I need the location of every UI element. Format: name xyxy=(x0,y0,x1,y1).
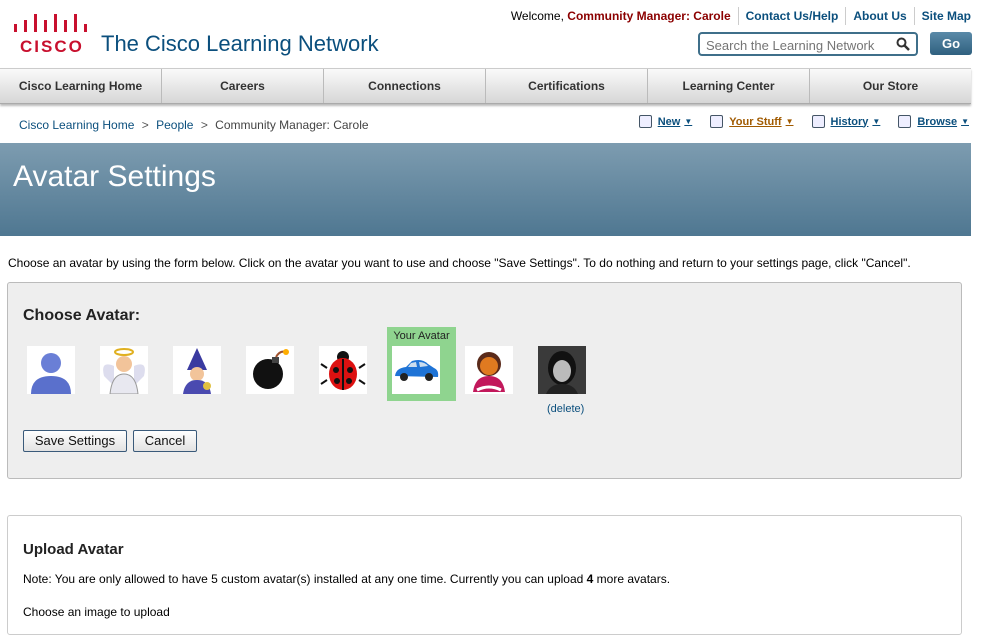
chevron-down-icon: ▼ xyxy=(684,117,693,126)
intro-text: Choose an avatar by using the form below… xyxy=(8,256,911,270)
cancel-button[interactable]: Cancel xyxy=(133,430,197,452)
upload-note-suffix: more avatars. xyxy=(593,572,671,586)
chevron-down-icon: ▼ xyxy=(872,117,881,126)
your-stuff-menu[interactable]: Your Stuff ▼ xyxy=(710,115,794,128)
cisco-logo-text[interactable]: CISCO xyxy=(20,37,84,57)
your-stuff-label: Your Stuff xyxy=(729,115,782,128)
history-icon xyxy=(811,115,825,128)
search-box xyxy=(698,32,918,56)
document-new-icon xyxy=(638,115,652,128)
upload-avatar-panel: Upload Avatar Note: You are only allowed… xyxy=(7,515,962,635)
angel-avatar-icon[interactable] xyxy=(100,346,148,394)
divider xyxy=(737,7,739,25)
divider xyxy=(845,7,847,25)
chevron-down-icon: ▼ xyxy=(785,117,794,126)
new-menu[interactable]: New ▼ xyxy=(638,115,693,128)
upload-note: Note: You are only allowed to have 5 cus… xyxy=(23,572,670,586)
your-avatar-label: Your Avatar xyxy=(393,330,450,342)
nav-connections[interactable]: Connections xyxy=(324,69,486,103)
search-input[interactable] xyxy=(704,35,894,55)
go-button[interactable]: Go xyxy=(930,32,972,55)
about-us-link[interactable]: About Us xyxy=(853,9,906,23)
cisco-logo-bars-icon[interactable] xyxy=(13,12,91,36)
selected-avatar[interactable]: Your Avatar xyxy=(387,327,456,401)
search-icon[interactable] xyxy=(896,37,910,51)
welcome-text: Welcome, Community Manager: Carole xyxy=(511,9,731,23)
choose-image-label: Choose an image to upload xyxy=(23,605,170,619)
nav-cisco-learning-home[interactable]: Cisco Learning Home xyxy=(0,69,162,103)
browse-label: Browse xyxy=(917,115,958,128)
site-title[interactable]: The Cisco Learning Network xyxy=(101,31,379,57)
browse-icon xyxy=(898,115,912,128)
wizard-avatar-icon[interactable] xyxy=(173,346,221,394)
utility-links: Welcome, Community Manager: Carole Conta… xyxy=(511,7,971,25)
user-actions: New ▼ Your Stuff ▼ History ▼ Browse ▼ xyxy=(621,115,969,128)
page-title: Avatar Settings xyxy=(13,160,216,193)
nav-careers[interactable]: Careers xyxy=(162,69,324,103)
photo-avatar[interactable] xyxy=(538,346,586,394)
nav-our-store[interactable]: Our Store xyxy=(810,69,971,103)
site-header: CISCO The Cisco Learning Network Welcome… xyxy=(0,0,987,68)
browse-menu[interactable]: Browse ▼ xyxy=(898,115,969,128)
site-map-link[interactable]: Site Map xyxy=(922,9,971,23)
breadcrumb: Cisco Learning Home > People > Community… xyxy=(19,118,369,132)
divider xyxy=(913,7,915,25)
breadcrumb-separator: > xyxy=(200,118,208,132)
breadcrumb-separator: > xyxy=(141,118,149,132)
main-nav: Cisco Learning Home Careers Connections … xyxy=(0,68,971,104)
nav-certifications[interactable]: Certifications xyxy=(486,69,648,103)
person-avatar-icon[interactable] xyxy=(27,346,75,394)
welcome-user-link[interactable]: Community Manager: Carole xyxy=(567,9,730,23)
your-stuff-icon xyxy=(710,115,724,128)
choose-avatar-panel: Choose Avatar: Your Avatar (delete) Save… xyxy=(7,282,962,479)
history-menu[interactable]: History ▼ xyxy=(811,115,881,128)
new-label: New xyxy=(657,115,681,128)
chevron-down-icon: ▼ xyxy=(961,117,969,126)
save-settings-button[interactable]: Save Settings xyxy=(23,430,127,452)
breadcrumb-cisco-learning-home[interactable]: Cisco Learning Home xyxy=(19,118,134,132)
history-label: History xyxy=(830,115,869,128)
breadcrumb-current: Community Manager: Carole xyxy=(215,118,369,132)
welcome-prefix: Welcome, xyxy=(510,9,568,23)
delete-avatar-link[interactable]: (delete) xyxy=(547,403,584,415)
choose-avatar-heading: Choose Avatar: xyxy=(23,307,141,324)
bomb-avatar-icon[interactable] xyxy=(246,346,294,394)
ninja-avatar-icon[interactable] xyxy=(465,346,513,394)
ladybug-avatar-icon[interactable] xyxy=(319,346,367,394)
contact-help-link[interactable]: Contact Us/Help xyxy=(746,9,839,23)
nav-learning-center[interactable]: Learning Center xyxy=(648,69,810,103)
page-title-banner: Avatar Settings xyxy=(0,143,971,236)
upload-avatar-heading: Upload Avatar xyxy=(23,541,124,558)
breadcrumb-people[interactable]: People xyxy=(156,118,193,132)
car-avatar-icon[interactable] xyxy=(392,346,440,394)
upload-note-prefix: Note: You are only allowed to have 5 cus… xyxy=(23,572,587,586)
